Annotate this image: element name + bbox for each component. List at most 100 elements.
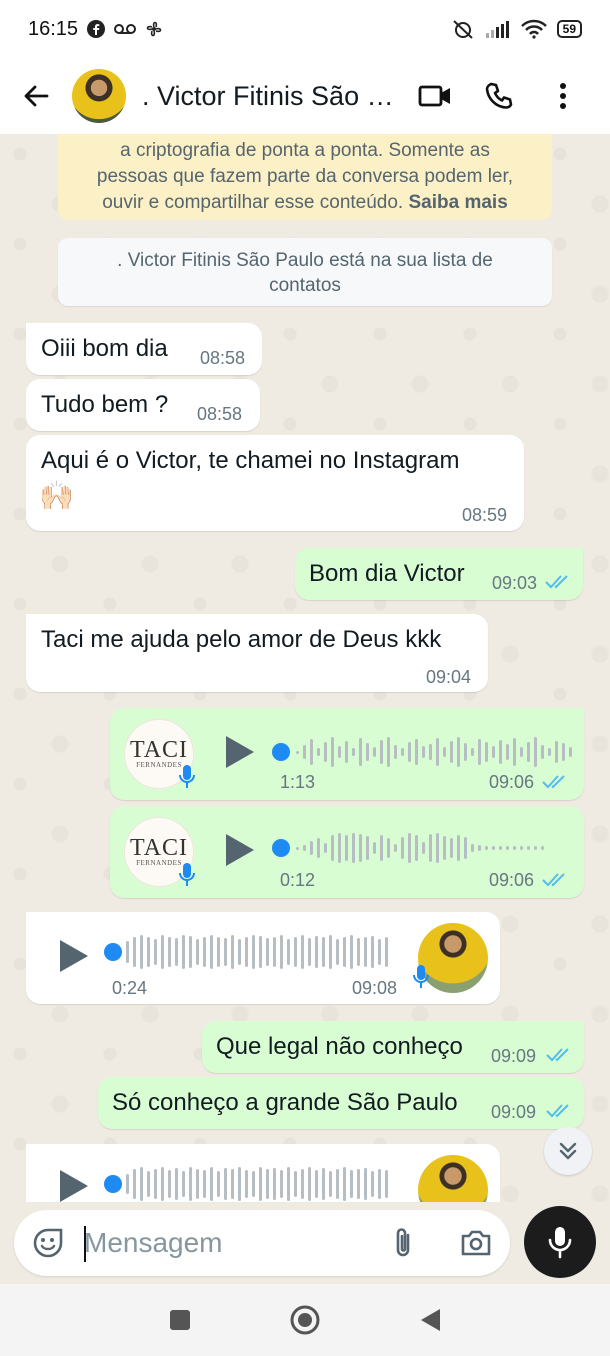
waveform-bar [366, 836, 369, 860]
message-bubble[interactable]: Taci me ajuda pelo amor de Deus kkk 09:0… [26, 614, 488, 692]
waveform-bar [322, 937, 325, 967]
voice-message[interactable]: TACI FERNANDES 1:13 09:06 [110, 708, 584, 800]
waveform-bar [161, 1167, 164, 1201]
waveform-bar [217, 1171, 220, 1197]
waveform-bar [331, 737, 334, 767]
back-nav-icon[interactable] [418, 1307, 442, 1333]
waveform-bar [506, 744, 509, 760]
facebook-icon [87, 20, 106, 38]
more-options-button[interactable] [531, 58, 595, 134]
video-call-button[interactable] [403, 58, 467, 134]
double-chevron-down-icon [559, 1142, 577, 1160]
waveform-bar [499, 740, 502, 764]
waveform-bar [126, 941, 129, 963]
waveform-bar [541, 745, 544, 759]
recents-nav-icon[interactable] [168, 1308, 192, 1332]
waveform-bar [352, 833, 355, 863]
waveform-bar [345, 835, 348, 861]
voice-message[interactable]: TACI FERNANDES 0:12 09:06 [110, 806, 584, 898]
read-ticks-icon [545, 575, 568, 589]
voice-message[interactable]: 0:24 09:08 [26, 912, 500, 1004]
home-nav-icon[interactable] [289, 1304, 321, 1336]
waveform-bar [303, 745, 306, 759]
waveform-bar [429, 834, 432, 862]
waveform-bar [168, 1170, 171, 1198]
sticker-icon[interactable] [32, 1227, 64, 1259]
play-icon[interactable] [224, 734, 256, 770]
contact-avatar[interactable] [72, 69, 126, 123]
waveform-bar [485, 846, 488, 850]
waveform-bar [147, 1171, 150, 1197]
waveform-bar [429, 744, 432, 760]
playback-position-dot[interactable] [104, 943, 122, 961]
chat-area[interactable]: a criptografia de ponta a ponta. Somente… [0, 134, 610, 1202]
waveform-bar [175, 1168, 178, 1200]
waveform-bar [401, 837, 404, 859]
play-icon[interactable] [58, 1168, 90, 1202]
waveform-bar [315, 936, 318, 968]
audio-waveform[interactable] [126, 930, 392, 974]
avatar-logo-text: TACI [129, 835, 189, 861]
message-bubble[interactable]: Só conheço a grande São Paulo 09:09 [98, 1077, 584, 1129]
play-icon[interactable] [58, 938, 90, 974]
waveform-bar [527, 742, 530, 762]
status-left-icons [86, 19, 164, 39]
playback-position-dot[interactable] [104, 1175, 122, 1193]
contact-name[interactable]: . Victor Fitinis São Paulo [142, 81, 397, 112]
waveform-bar [231, 1169, 234, 1199]
play-icon[interactable] [224, 832, 256, 868]
read-ticks-icon [542, 873, 565, 887]
camera-icon[interactable] [460, 1228, 492, 1258]
scroll-to-bottom-button[interactable] [544, 1127, 592, 1175]
waveform-bar [238, 1167, 241, 1201]
waveform-bar [443, 747, 446, 757]
audio-waveform[interactable] [126, 1162, 392, 1202]
audio-waveform[interactable] [296, 730, 576, 774]
waveform-bar [224, 938, 227, 966]
playback-position-dot[interactable] [272, 839, 290, 857]
voice-call-button[interactable] [467, 58, 531, 134]
waveform-bar [541, 846, 544, 850]
mic-icon [413, 965, 429, 988]
waveform-bar [189, 1167, 192, 1201]
waveform-bar [415, 739, 418, 765]
waveform-bar [329, 935, 332, 969]
waveform-bar [245, 1170, 248, 1198]
mic-icon [548, 1227, 572, 1259]
waveform-bar [259, 1167, 262, 1201]
phone-icon [485, 82, 513, 109]
waveform-bar [154, 1169, 157, 1199]
message-time: 08:59 [462, 505, 508, 525]
waveform-bar [161, 935, 164, 969]
waveform-bar [569, 747, 572, 757]
message-input[interactable] [84, 1224, 374, 1262]
playback-position-dot[interactable] [272, 743, 290, 761]
message-time: 08:58 [200, 348, 246, 368]
audio-waveform[interactable] [296, 826, 548, 870]
attach-icon[interactable] [392, 1226, 414, 1260]
contact-notice: . Victor Fitinis São Paulo está na sua l… [58, 238, 552, 306]
waveform-bar [147, 937, 150, 967]
back-button[interactable] [0, 58, 72, 134]
message-bubble[interactable]: Oiii bom dia 08:58 [26, 323, 262, 375]
record-voice-button[interactable] [524, 1206, 596, 1278]
waveform-bar [492, 846, 495, 850]
waveform-bar [471, 748, 474, 756]
message-text: Bom dia Victor [309, 560, 465, 587]
message-bubble[interactable]: Bom dia Victor 09:03 [295, 548, 583, 600]
waveform-bar [308, 1167, 311, 1201]
voice-message[interactable] [26, 1144, 500, 1202]
waveform-bar [373, 842, 376, 854]
waveform-bar [364, 937, 367, 967]
message-bubble[interactable]: Aqui é o Victor, te chamei no Instagram … [26, 435, 524, 531]
message-time: 09:08 [352, 978, 398, 998]
message-emoji: 🙌🏻 [39, 480, 74, 511]
waveform-bar [408, 742, 411, 762]
message-bubble[interactable]: Que legal não conheço 09:09 [202, 1021, 584, 1073]
alarm-off-icon [452, 20, 473, 39]
encryption-notice[interactable]: a criptografia de ponta a ponta. Somente… [58, 134, 552, 220]
waveform-bar [287, 1167, 290, 1201]
learn-more-link[interactable]: Saiba mais [409, 192, 508, 213]
encryption-line-3-wrap: ouvir e compartilhar esse conteúdo. Saib… [58, 190, 552, 216]
message-bubble[interactable]: Tudo bem ? 08:58 [26, 379, 260, 431]
